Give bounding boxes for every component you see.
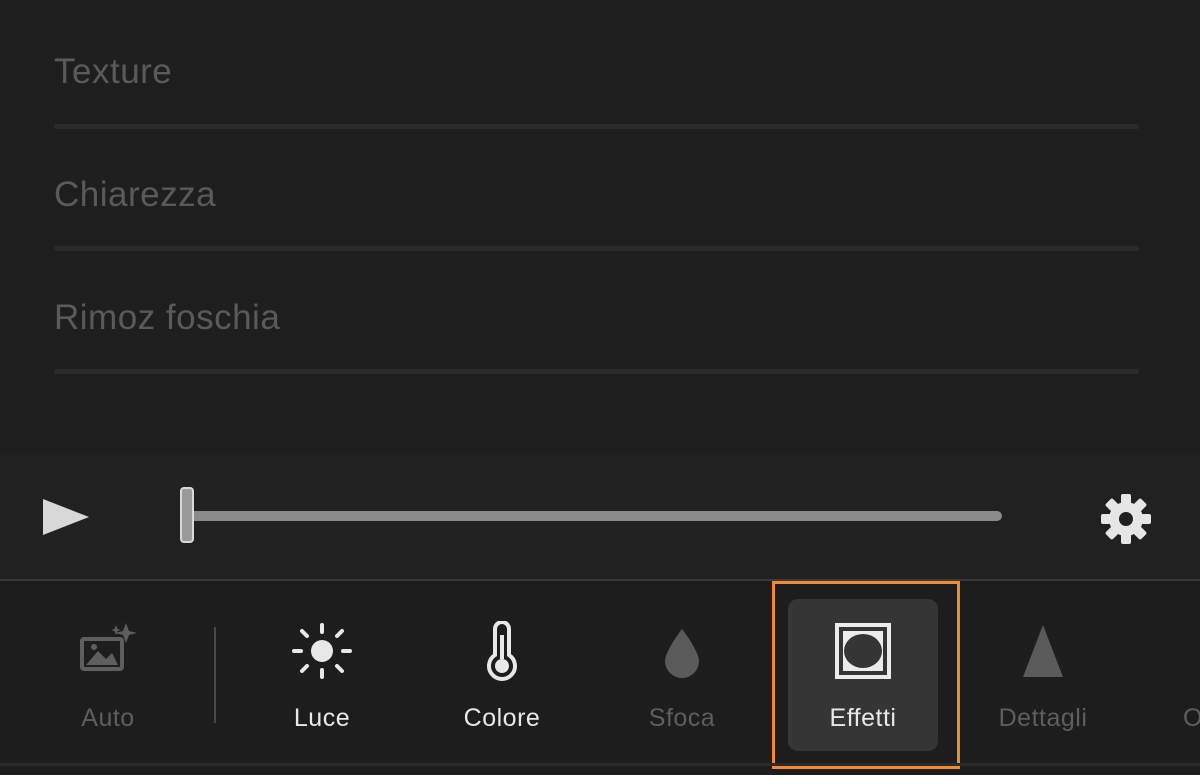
sun-icon xyxy=(290,621,354,681)
timeline-handle[interactable] xyxy=(180,487,194,543)
tool-partial[interactable]: O xyxy=(1118,581,1200,775)
tool-effects[interactable]: Effetti xyxy=(775,581,938,775)
adjust-label: Rimoz foschia xyxy=(54,298,281,337)
tool-label: Colore xyxy=(463,704,541,732)
tool-label: Dettagli xyxy=(998,704,1088,732)
tool-label: Luce xyxy=(293,704,351,732)
play-icon[interactable] xyxy=(43,499,89,535)
adjust-label: Chiarezza xyxy=(54,175,217,214)
adjust-row-texture[interactable]: Texture xyxy=(54,52,1139,175)
edit-toolbar: Auto Luce Colore Sfoca Effetti Dettagli … xyxy=(0,581,1200,775)
adjust-track[interactable] xyxy=(54,369,1139,374)
auto-enhance-icon xyxy=(76,621,140,681)
adjustments-panel: Texture Chiarezza Rimoz foschia xyxy=(0,0,1200,455)
timeline-track[interactable] xyxy=(190,511,1002,521)
tool-label: Effetti xyxy=(829,704,897,732)
thermometer-icon xyxy=(470,620,534,681)
video-editor-panel: Texture Chiarezza Rimoz foschia Auto Luc… xyxy=(0,0,1200,775)
adjust-track[interactable] xyxy=(54,246,1139,251)
drop-icon xyxy=(650,621,714,681)
playback-bar xyxy=(0,455,1200,579)
partial-icon xyxy=(1161,621,1200,681)
tool-color[interactable]: Colore xyxy=(427,581,577,775)
tool-label: O xyxy=(1183,704,1200,732)
adjust-row-dehaze[interactable]: Rimoz foschia xyxy=(54,298,1139,421)
tool-separator xyxy=(214,627,216,723)
tool-light[interactable]: Luce xyxy=(247,581,397,775)
bottom-border xyxy=(0,763,1200,766)
adjust-row-clarity[interactable]: Chiarezza xyxy=(54,175,1139,298)
tool-label: Auto xyxy=(81,704,135,732)
gear-icon[interactable] xyxy=(1098,491,1154,547)
tool-blur[interactable]: Sfoca xyxy=(607,581,757,775)
tool-auto[interactable]: Auto xyxy=(33,581,183,775)
tool-details[interactable]: Dettagli xyxy=(968,581,1118,775)
vignette-icon xyxy=(831,621,895,681)
adjust-track[interactable] xyxy=(54,124,1139,129)
tool-label: Sfoca xyxy=(648,704,716,732)
adjust-label: Texture xyxy=(54,52,173,91)
triangle-icon xyxy=(1011,621,1075,681)
